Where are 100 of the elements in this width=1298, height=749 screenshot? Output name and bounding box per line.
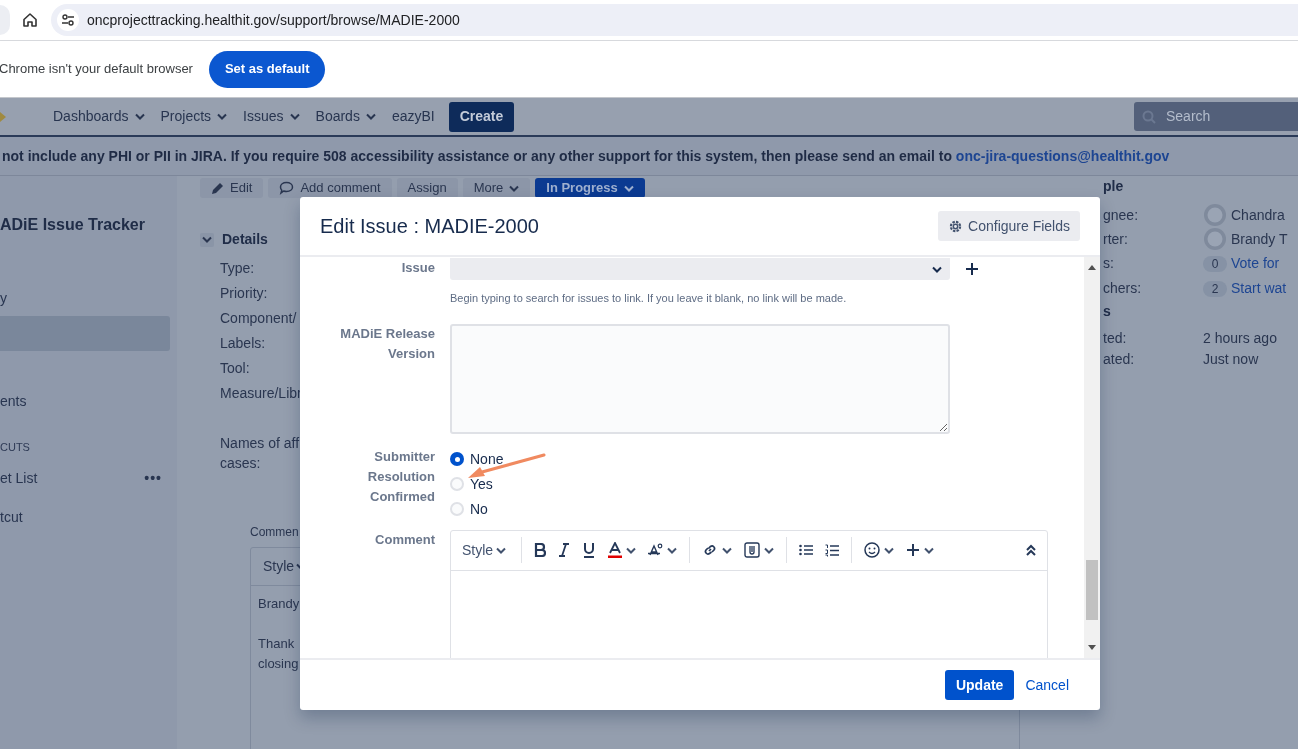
count-badge: 2 bbox=[1203, 280, 1227, 297]
user-name: Brandy T bbox=[1231, 229, 1288, 249]
more-button[interactable]: ••• bbox=[144, 467, 162, 489]
comment-text: Thank bbox=[258, 635, 296, 653]
gear-icon bbox=[948, 218, 964, 234]
nav-menu-item[interactable]: Dashboards bbox=[53, 106, 145, 127]
chevron-down-icon bbox=[932, 265, 942, 273]
scrollbar-thumb[interactable] bbox=[1086, 560, 1098, 620]
numbered-list-icon[interactable] bbox=[825, 543, 840, 557]
scrollbar[interactable] bbox=[1084, 257, 1100, 658]
action-button[interactable]: Assign bbox=[396, 178, 458, 198]
sidebar-item[interactable]: ents bbox=[0, 384, 170, 419]
chevron-down-icon bbox=[764, 546, 775, 554]
chevron-down-icon bbox=[289, 113, 300, 120]
sidebar-item[interactable]: y bbox=[0, 281, 170, 316]
chevron-down-icon bbox=[623, 184, 634, 192]
bold-icon[interactable] bbox=[534, 543, 547, 557]
home-icon[interactable] bbox=[22, 12, 38, 28]
style-dropdown[interactable]: Style bbox=[462, 539, 507, 561]
action-button[interactable]: More bbox=[462, 178, 531, 198]
field-label: ted: bbox=[1103, 329, 1128, 348]
set-default-button[interactable]: Set as default bbox=[208, 50, 326, 88]
field-label: Submitter Resolution Confirmed bbox=[366, 447, 435, 506]
email-link[interactable]: onc-jira-questions@healthit.gov bbox=[955, 147, 1170, 164]
attachment-icon[interactable] bbox=[744, 542, 761, 558]
search-field[interactable]: Search bbox=[1134, 102, 1298, 131]
text-color-icon[interactable] bbox=[608, 542, 623, 558]
speech-bubble-icon bbox=[279, 181, 295, 195]
chevron-down-icon bbox=[884, 546, 895, 554]
create-button[interactable]: Create bbox=[448, 101, 515, 132]
chevron-down-icon bbox=[722, 546, 733, 554]
section-heading: s bbox=[1103, 302, 1112, 321]
collapse-icon[interactable] bbox=[1026, 544, 1036, 556]
action-link[interactable]: Start wat bbox=[1231, 278, 1287, 299]
avatar-icon bbox=[1203, 227, 1227, 251]
field-value: 2 hours ago bbox=[1203, 329, 1277, 348]
chevron-down-icon bbox=[134, 113, 145, 120]
radio-button[interactable] bbox=[450, 477, 464, 491]
site-settings-icon bbox=[61, 14, 75, 26]
field-label: chers: bbox=[1103, 279, 1143, 298]
search-icon bbox=[1142, 109, 1156, 124]
radio-label[interactable]: No bbox=[470, 498, 488, 520]
comment-text: closing bbox=[258, 655, 300, 673]
nav-menu-item[interactable]: Projects bbox=[160, 106, 228, 127]
field-label: Measure/Libr bbox=[220, 384, 300, 403]
cancel-link[interactable]: Cancel bbox=[1025, 674, 1069, 696]
scroll-down-icon bbox=[1088, 645, 1096, 650]
action-link[interactable]: Vote for bbox=[1231, 253, 1280, 274]
italic-icon[interactable] bbox=[558, 543, 571, 557]
action-button[interactable]: In Progress bbox=[535, 178, 645, 198]
url-text: oncprojecttracking.healthit.gov/support/browse/MADIE-2000 bbox=[87, 10, 460, 30]
action-button[interactable]: Add comment bbox=[268, 178, 392, 198]
text-style-icon[interactable] bbox=[648, 543, 664, 557]
field-label: Priority: bbox=[220, 284, 269, 303]
plus-icon[interactable] bbox=[906, 543, 921, 557]
section-heading: Details bbox=[222, 230, 268, 249]
chevron-down-icon bbox=[217, 113, 228, 120]
address-bar[interactable]: oncprojecttracking.healthit.gov/support/browse/MADIE-2000 bbox=[51, 4, 1298, 36]
field-value: Just now bbox=[1203, 350, 1259, 369]
radio-button[interactable] bbox=[450, 502, 464, 516]
nav-menu-item[interactable]: eazyBI bbox=[391, 106, 435, 127]
chevron-down-icon bbox=[202, 236, 212, 243]
field-label: Component/ bbox=[220, 309, 298, 328]
nav-menu-item[interactable]: Boards bbox=[315, 106, 376, 127]
chevron-down-icon bbox=[667, 546, 678, 554]
radio-button[interactable] bbox=[450, 452, 464, 466]
scroll-up-icon bbox=[1088, 265, 1096, 270]
shortcut-link[interactable]: tcut bbox=[0, 506, 23, 528]
field-label: gnee: bbox=[1103, 205, 1140, 225]
chevron-down-icon bbox=[365, 113, 376, 120]
infobar-message: Chrome isn't your default browser bbox=[0, 60, 193, 79]
nav-menu-item[interactable]: Issues bbox=[243, 106, 300, 127]
configure-fields-button[interactable]: Configure Fields bbox=[938, 211, 1080, 241]
chevron-down-icon bbox=[626, 546, 637, 554]
pencil-icon bbox=[211, 181, 224, 195]
underline-icon[interactable] bbox=[582, 542, 597, 558]
collapse-toggle[interactable] bbox=[200, 232, 214, 247]
bullet-list-icon[interactable] bbox=[799, 544, 814, 556]
radio-label[interactable]: None bbox=[470, 448, 504, 470]
dialog-title: Edit Issue : MADIE-2000 bbox=[320, 214, 539, 239]
emoji-icon[interactable] bbox=[864, 542, 881, 558]
search-input[interactable]: Search bbox=[1166, 106, 1286, 127]
help-text: Begin typing to search for issues to link. If you leave it blank, no link will be made. bbox=[450, 291, 848, 306]
logo-icon bbox=[0, 109, 8, 124]
field-label: rter: bbox=[1103, 229, 1129, 249]
user-name: Chandra bbox=[1231, 205, 1285, 225]
update-button[interactable]: Update bbox=[944, 670, 1015, 700]
chevron-down-icon bbox=[496, 546, 507, 554]
section-heading: ple bbox=[1103, 177, 1125, 196]
release-version-field[interactable] bbox=[450, 323, 950, 434]
count-badge: 0 bbox=[1203, 255, 1227, 272]
chevron-down-icon bbox=[924, 546, 935, 554]
section-heading: CUTS bbox=[0, 440, 31, 455]
plus-icon[interactable] bbox=[965, 262, 979, 276]
action-button[interactable]: Edit bbox=[200, 178, 264, 198]
announcement-text: not include any PHI or PII in JIRA. If you require 508 accessibility assistance or any other support for this system, then please send an email to onc-jira-questions@healthit.gov bbox=[2, 146, 1170, 166]
field-label: Comment bbox=[374, 530, 435, 549]
field-label: ated: bbox=[1103, 350, 1136, 369]
field-label: s: bbox=[1103, 254, 1115, 273]
shortcut-link[interactable]: et List bbox=[0, 467, 38, 489]
